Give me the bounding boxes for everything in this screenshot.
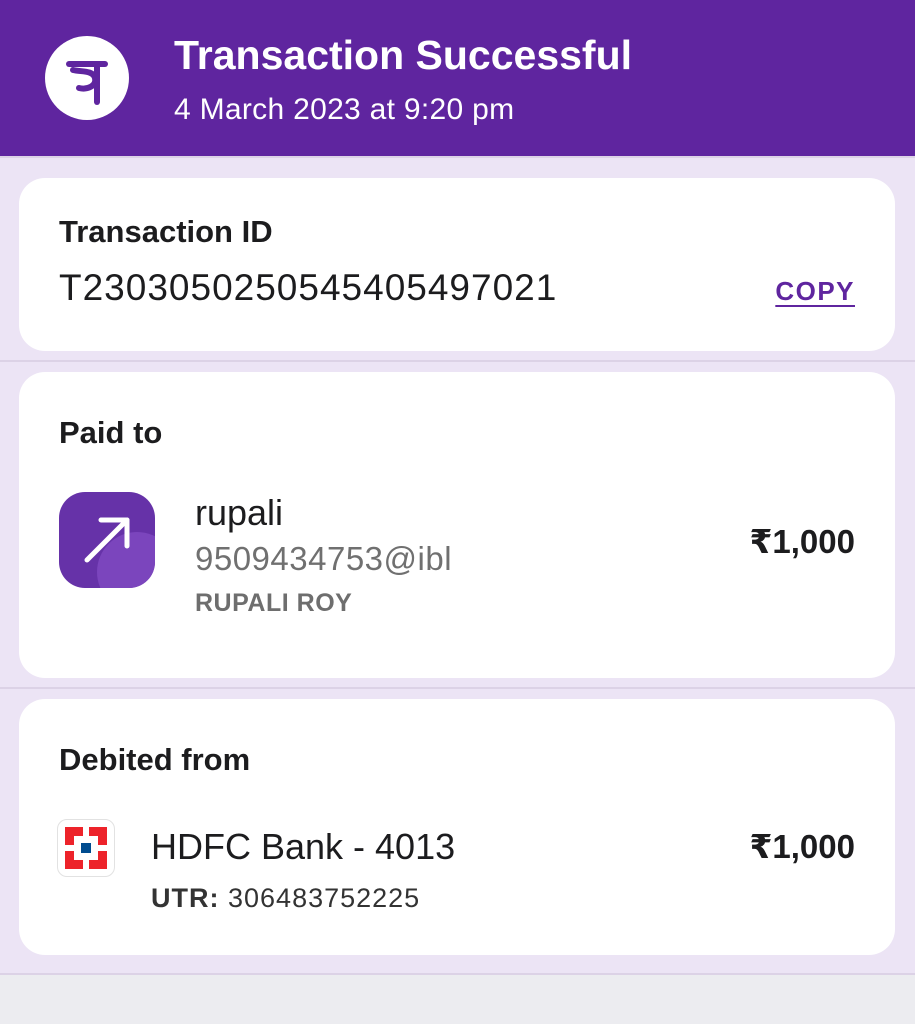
paid-to-card[interactable]: Paid to rupali 9509434753@ibl RUPALI ROY…	[19, 372, 895, 678]
transaction-datetime: 4 March 2023 at 9:20 pm	[174, 93, 515, 126]
payee-full-name: RUPALI ROY	[195, 589, 353, 617]
utr-number: UTR: 306483752225	[151, 883, 420, 914]
transaction-id-value: T2303050250545405497021	[59, 267, 558, 308]
paid-amount: ₹1,000	[749, 523, 855, 560]
phonepe-logo-icon	[45, 36, 129, 120]
utr-label: UTR:	[151, 883, 220, 913]
arrow-up-right-icon	[59, 492, 155, 588]
divider	[0, 156, 915, 158]
debited-from-label: Debited from	[59, 742, 251, 777]
bank-account-name: HDFC Bank - 4013	[151, 826, 456, 867]
paid-to-label: Paid to	[59, 415, 163, 450]
transaction-id-label: Transaction ID	[59, 214, 273, 249]
divider	[0, 360, 915, 362]
bottom-area	[0, 975, 915, 1024]
debited-amount: ₹1,000	[749, 828, 855, 865]
payee-upi-id: 9509434753@ibl	[195, 540, 453, 577]
hdfc-bank-icon	[57, 819, 115, 877]
header: Transaction Successful 4 March 2023 at 9…	[0, 0, 915, 156]
payee-name: rupali	[195, 492, 284, 533]
copy-button[interactable]: COPY	[775, 276, 855, 307]
divider	[0, 687, 915, 689]
debited-from-card[interactable]: Debited from HDFC Bank - 4013 UTR: 30648…	[19, 699, 895, 955]
page-title: Transaction Successful	[174, 32, 633, 78]
transaction-id-card: Transaction ID T2303050250545405497021 C…	[19, 178, 895, 351]
utr-value: 306483752225	[228, 883, 421, 913]
